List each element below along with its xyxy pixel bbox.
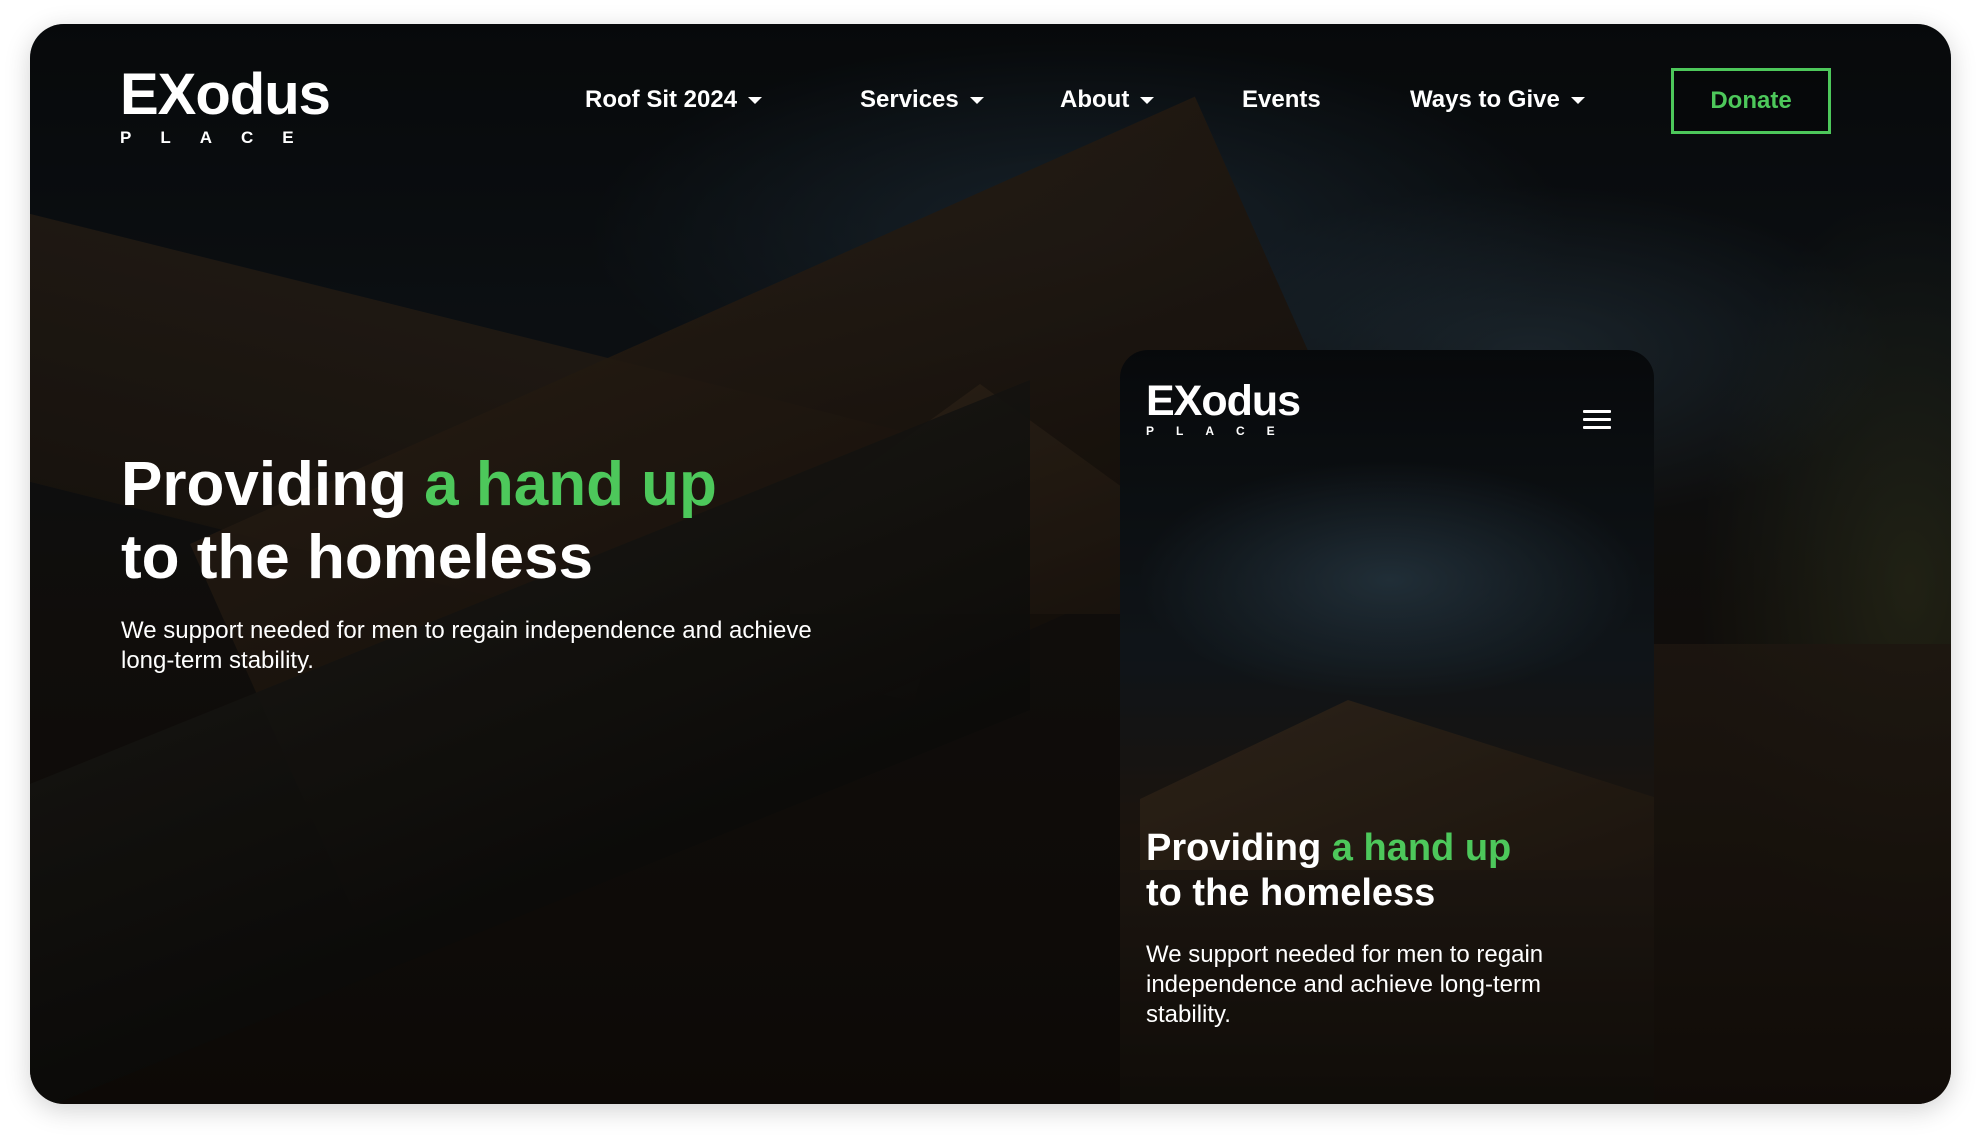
nav-item-events[interactable]: Events	[1242, 86, 1321, 114]
logo-wordmark: EXodus	[120, 62, 331, 127]
nav-item-about[interactable]: About	[1060, 86, 1155, 114]
logo-subword: PLACE	[120, 128, 323, 147]
menu-bar	[1583, 418, 1611, 421]
menu-bar	[1583, 426, 1611, 429]
nav-item-label: Events	[1242, 86, 1321, 113]
chevron-down-icon	[969, 96, 984, 104]
mobile-hero-title-part1: Providing	[1146, 827, 1332, 869]
chevron-down-icon	[748, 96, 763, 104]
logo-wordmark: EXodus	[1146, 377, 1301, 425]
menu-bar	[1583, 410, 1611, 413]
hero-title-part1: Providing	[121, 450, 425, 519]
hero-title: Providing a hand up to the homeless	[121, 448, 717, 594]
chevron-down-icon	[1570, 96, 1585, 104]
nav-item-label: About	[1060, 86, 1130, 113]
hero-subtitle: We support needed for men to regain inde…	[121, 617, 812, 674]
mobile-hero-subtitle: We support needed for men to regain inde…	[1146, 941, 1544, 1028]
mobile-hero-title-part2: to the homeless	[1146, 872, 1436, 914]
chevron-down-icon	[1140, 96, 1155, 104]
donate-button[interactable]: Donate	[1671, 68, 1831, 134]
hamburger-menu-icon[interactable]	[1583, 410, 1611, 430]
hero-title-highlight: a hand up	[424, 450, 717, 519]
mobile-hero-title: Providing a hand up to the homeless	[1146, 826, 1511, 916]
nav-item-roof-sit[interactable]: Roof Sit 2024	[585, 86, 763, 114]
desktop-hero-frame: EXodus PLACE Roof Sit 2024 Services Abou…	[30, 24, 1951, 1104]
hero-title-part2: to the homeless	[121, 523, 593, 592]
nav-item-ways-to-give[interactable]: Ways to Give	[1410, 86, 1585, 114]
mobile-hero-title-highlight: a hand up	[1331, 827, 1512, 869]
nav-item-services[interactable]: Services	[860, 86, 984, 114]
site-logo[interactable]: EXodus PLACE	[120, 62, 331, 148]
logo-subword: PLACE	[1146, 424, 1297, 438]
nav-item-label: Ways to Give	[1410, 86, 1560, 113]
nav-item-label: Services	[860, 86, 959, 113]
nav-item-label: Roof Sit 2024	[585, 86, 738, 113]
mobile-site-logo[interactable]: EXodus PLACE	[1146, 377, 1301, 438]
mobile-preview: EXodus PLACE Providing a hand up to the …	[1120, 350, 1654, 1104]
